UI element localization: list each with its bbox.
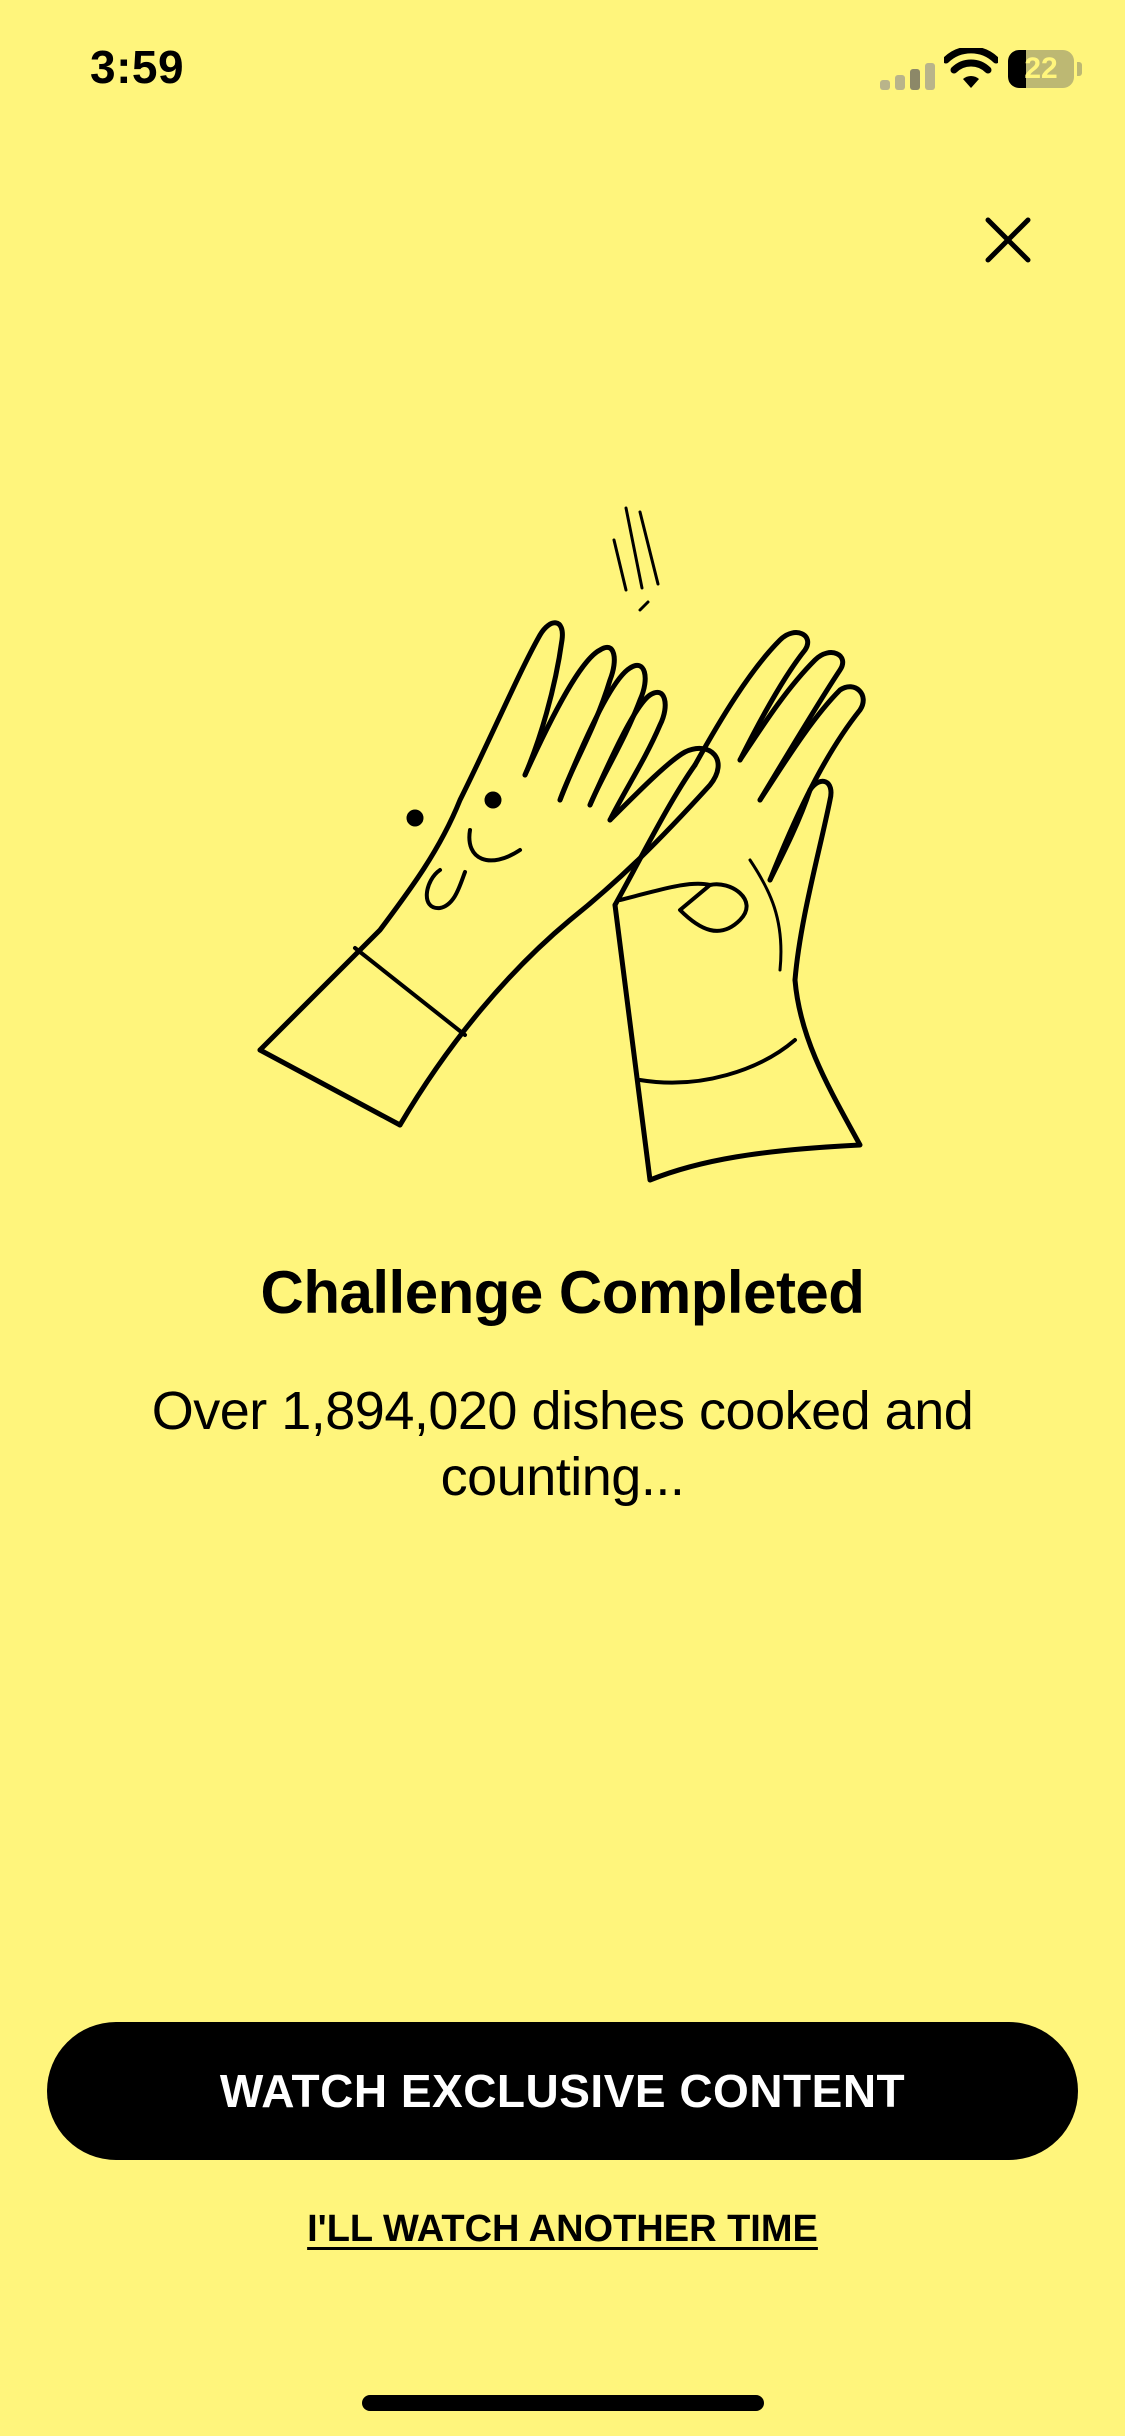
close-icon [985, 217, 1031, 263]
battery-cap [1077, 62, 1082, 76]
watch-exclusive-content-button[interactable]: WATCH EXCLUSIVE CONTENT [47, 2022, 1078, 2160]
page-subtitle: Over 1,894,020 dishes cooked and countin… [151, 1381, 974, 1507]
signal-icon [880, 60, 936, 90]
home-indicator[interactable] [362, 2395, 764, 2411]
high-five-hands-illustration [257, 506, 866, 1183]
battery-icon: 22 [1008, 50, 1074, 88]
status-bar: 3:59 22 [0, 0, 1125, 140]
wifi-icon [944, 48, 998, 88]
status-time: 3:59 [90, 41, 185, 93]
page-title: Challenge Completed [260, 1259, 865, 1326]
close-button[interactable] [968, 200, 1048, 280]
watch-another-time-link[interactable]: I'LL WATCH ANOTHER TIME [0, 2208, 1125, 2251]
battery-level: 22 [1024, 52, 1058, 85]
